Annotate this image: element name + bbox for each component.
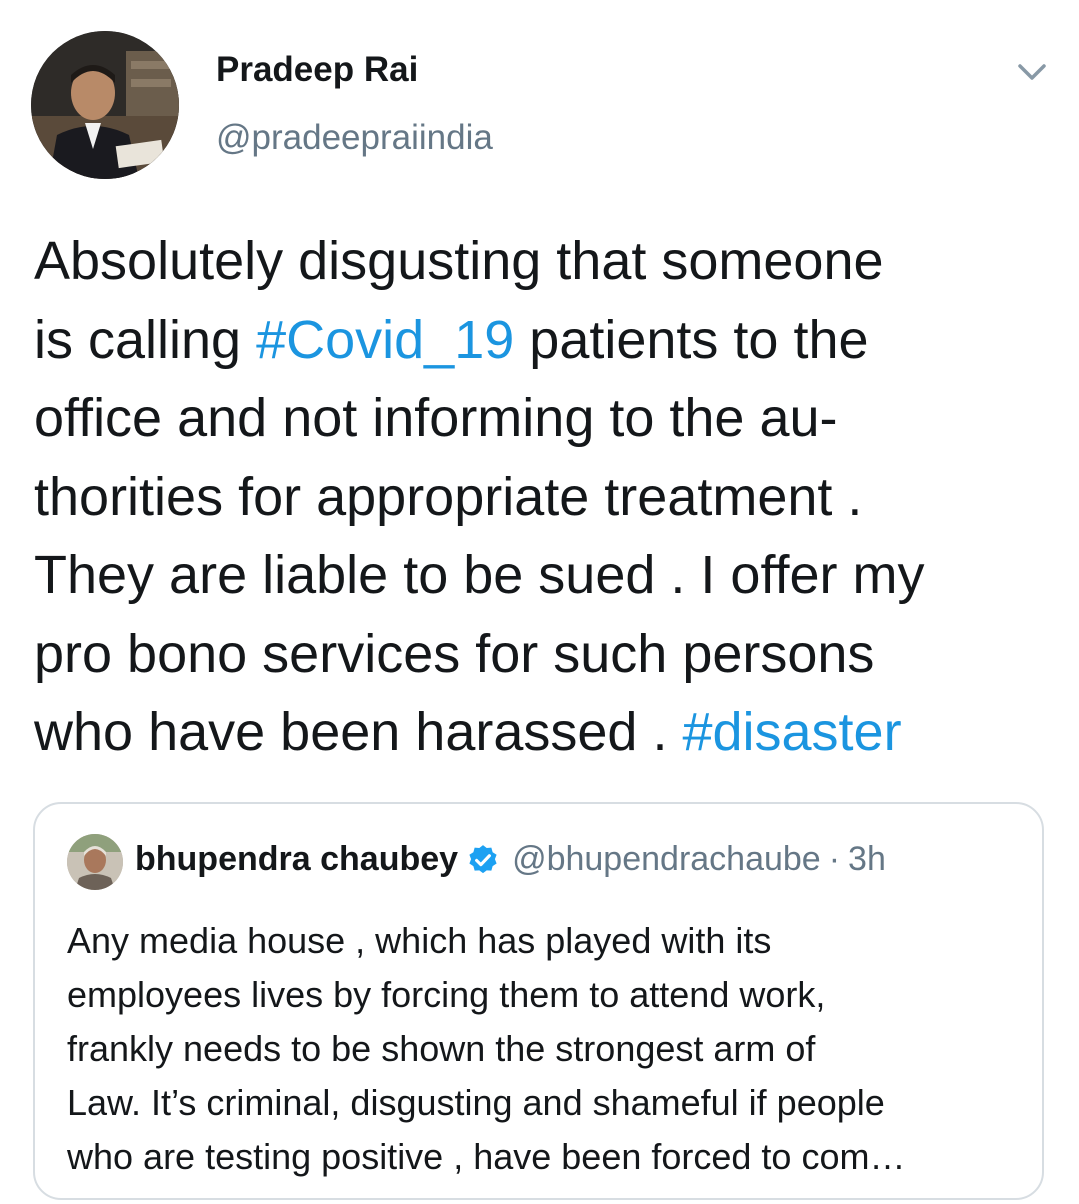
hashtag-covid-link[interactable]: #Covid_19 (256, 310, 514, 370)
quoted-author-name[interactable]: bhupendra chaubey (135, 840, 458, 879)
tweet-line-text: thorities for appropriate treatment . (34, 466, 863, 527)
author-handle[interactable]: @pradeepraiindia (216, 118, 493, 158)
tweet-line-text: pro bono services for such persons (34, 623, 875, 684)
tweet-line: thorities for appropriate treatment . (34, 458, 1044, 537)
author-avatar[interactable] (31, 31, 179, 179)
quoted-tweet-card[interactable]: bhupendra chaubey @bhupendrachaube · 3h … (33, 802, 1044, 1200)
separator-dot: · (828, 840, 841, 878)
quoted-tweet-header: bhupendra chaubey @bhupendrachaube · 3h (135, 840, 886, 879)
hashtag-disaster-link[interactable]: #disaster (682, 702, 901, 762)
tweet-line-text: who have been harassed . (34, 702, 683, 762)
tweet-line: who have been harassed . #disaster (34, 693, 1044, 772)
quoted-line: frankly needs to be shown the strongest … (67, 1028, 816, 1069)
tweet-line: pro bono services for such persons (34, 615, 1044, 694)
quoted-avatar-photo (67, 834, 123, 890)
tweet-line-text: is calling (34, 309, 257, 370)
author-display-name[interactable]: Pradeep Rai (216, 50, 418, 90)
avatar-photo (31, 31, 179, 179)
quoted-author-avatar[interactable] (67, 834, 123, 890)
tweet-body: Absolutely disgusting that someone is ca… (34, 222, 1044, 772)
tweet-line-text: office and not informing to the au- (34, 388, 838, 448)
tweet-line: is calling #Covid_19 patients to the (34, 301, 1044, 380)
quoted-line: Law. It’s criminal, disgusting and shame… (67, 1082, 885, 1123)
quoted-line: who are testing positive , have been for… (67, 1136, 906, 1177)
tweet-line: They are liable to be sued . I offer my (34, 536, 1044, 615)
quoted-tweet-body: Any media house , which has played with … (67, 914, 1027, 1184)
quoted-line: Any media house , which has played with … (67, 920, 772, 961)
tweet-line: Absolutely disgusting that someone (34, 222, 1044, 301)
tweet-line-text: patients to the (514, 309, 869, 370)
tweet-line-text: They are liable to be sued . I offer my (34, 545, 925, 605)
quoted-tweet-timestamp[interactable]: 3h (848, 840, 886, 879)
verified-badge-icon (466, 843, 500, 877)
quoted-author-handle[interactable]: @bhupendrachaube (512, 840, 821, 879)
tweet-line-text: Absolutely disgusting that someone (34, 231, 884, 291)
chevron-down-icon[interactable] (1012, 58, 1052, 88)
quoted-line: employees lives by forcing them to atten… (67, 974, 826, 1015)
tweet-line: office and not informing to the au- (34, 379, 1044, 458)
